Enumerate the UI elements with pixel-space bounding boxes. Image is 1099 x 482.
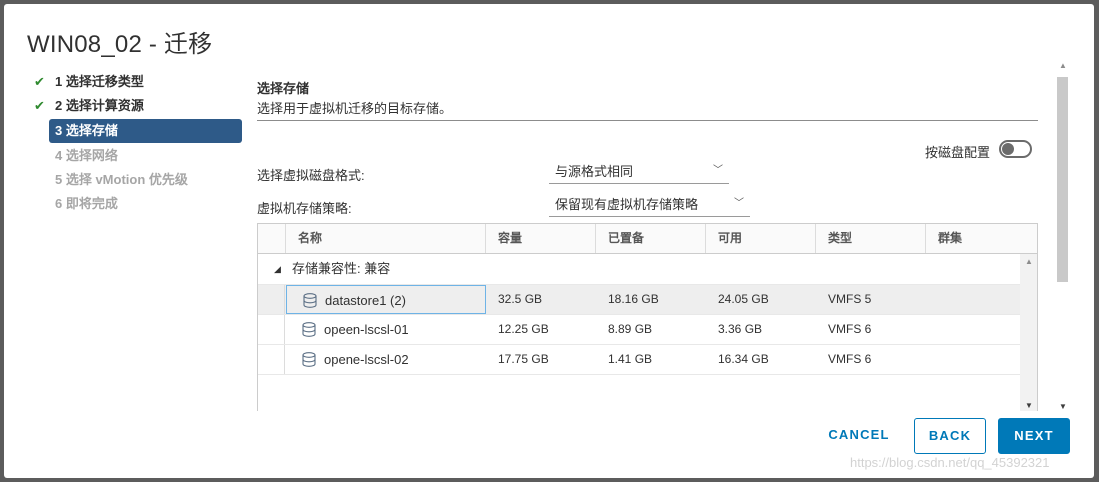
step-label: 1 选择迁移类型 — [55, 74, 144, 89]
datastore-name: opeen-lscsl-01 — [324, 322, 409, 337]
datastore-grid: 名称 容量 已置备 可用 类型 群集 ◢ 存储兼容性: 兼容 datastore… — [257, 223, 1038, 411]
table-row-empty — [258, 374, 1020, 404]
disk-format-label: 选择虚拟磁盘格式: — [257, 168, 365, 183]
grid-header: 名称 容量 已置备 可用 类型 群集 — [258, 224, 1037, 254]
watermark: https://blog.csdn.net/qq_45392321 — [850, 455, 1050, 470]
toggle-knob — [1002, 143, 1014, 155]
provisioned-cell: 18.16 GB — [608, 292, 659, 306]
section-description: 选择用于虚拟机迁移的目标存储。 — [257, 101, 453, 116]
datastore-icon — [302, 352, 316, 367]
chevron-down-icon: ﹀ — [713, 165, 723, 176]
datastore-icon — [303, 293, 317, 308]
scroll-up-icon[interactable]: ▲ — [1059, 61, 1067, 70]
datastore-name-cell[interactable]: datastore1 (2) — [286, 285, 486, 314]
back-button[interactable]: BACK — [914, 418, 986, 454]
table-row[interactable]: datastore1 (2) 32.5 GB 18.16 GB 24.05 GB… — [258, 284, 1020, 314]
dialog-title: WIN08_02 - 迁移 — [27, 31, 213, 58]
capacity-cell: 12.25 GB — [498, 322, 549, 336]
provisioned-cell: 1.41 GB — [608, 352, 653, 366]
wizard-steps: ✔ 1 选择迁移类型 ✔ 2 选择计算资源 3 选择存储 4 选择网络 5 选择… — [32, 70, 242, 216]
free-cell: 24.05 GB — [718, 292, 769, 306]
page-scrollbar[interactable]: ▲ ▼ — [1054, 59, 1071, 411]
next-button[interactable]: NEXT — [998, 418, 1070, 454]
group-label: 存储兼容性: 兼容 — [292, 261, 391, 276]
column-header-provisioned[interactable]: 已置备 — [595, 224, 705, 253]
free-cell: 3.36 GB — [718, 322, 763, 336]
migrate-dialog: WIN08_02 - 迁移 ✔ 1 选择迁移类型 ✔ 2 选择计算资源 3 选择… — [4, 4, 1094, 478]
scroll-up-icon[interactable]: ▲ — [1025, 257, 1033, 266]
free-cell: 16.34 GB — [718, 352, 769, 366]
step-label: 6 即将完成 — [55, 196, 118, 211]
capacity-cell: 32.5 GB — [498, 292, 543, 306]
step-label: 4 选择网络 — [55, 148, 118, 163]
storage-policy-value: 保留现有虚拟机存储策略 — [555, 197, 699, 212]
datastore-name: opene-lscsl-02 — [324, 352, 409, 367]
step-1-select-migration-type[interactable]: ✔ 1 选择迁移类型 — [32, 70, 242, 94]
chevron-down-icon: ﹀ — [734, 198, 744, 209]
type-cell: VMFS 6 — [828, 352, 872, 366]
column-header-name[interactable]: 名称 — [285, 224, 485, 253]
datastore-name-cell[interactable]: opene-lscsl-02 — [286, 345, 486, 374]
row-gutter — [258, 345, 285, 374]
step-2-select-compute-resource[interactable]: ✔ 2 选择计算资源 — [32, 94, 242, 118]
column-header-free[interactable]: 可用 — [705, 224, 815, 253]
check-icon: ✔ — [34, 74, 45, 89]
storage-policy-label: 虚拟机存储策略: — [257, 201, 352, 216]
table-row[interactable]: opeen-lscsl-01 12.25 GB 8.89 GB 3.36 GB … — [258, 314, 1020, 344]
type-cell: VMFS 6 — [828, 322, 872, 336]
scroll-down-icon[interactable]: ▼ — [1025, 401, 1033, 410]
column-header-cluster[interactable]: 群集 — [925, 224, 1037, 253]
grid-scrollbar[interactable]: ▲ ▼ — [1020, 254, 1037, 411]
disk-format-select[interactable]: 与源格式相同 ﹀ — [549, 162, 729, 184]
capacity-cell: 17.75 GB — [498, 352, 549, 366]
table-row[interactable]: opene-lscsl-02 17.75 GB 1.41 GB 16.34 GB… — [258, 344, 1020, 374]
header-gutter — [258, 224, 286, 253]
type-cell: VMFS 5 — [828, 292, 872, 306]
collapse-triangle-icon[interactable]: ◢ — [274, 254, 281, 284]
per-disk-toggle[interactable] — [999, 140, 1032, 158]
step-4-select-network: 4 选择网络 — [32, 144, 242, 168]
scrollbar-thumb[interactable] — [1057, 77, 1068, 282]
cancel-button[interactable]: CANCEL — [816, 418, 902, 454]
provisioned-cell: 8.89 GB — [608, 322, 653, 336]
storage-policy-select[interactable]: 保留现有虚拟机存储策略 ﹀ — [549, 195, 750, 217]
step-label: 2 选择计算资源 — [55, 98, 144, 113]
step-5-select-vmotion-priority: 5 选择 vMotion 优先级 — [32, 168, 242, 192]
column-header-type[interactable]: 类型 — [815, 224, 925, 253]
section-title: 选择存储 — [257, 81, 310, 96]
step-3-select-storage[interactable]: 3 选择存储 — [49, 119, 242, 143]
scroll-down-icon[interactable]: ▼ — [1059, 402, 1067, 411]
step-label: 5 选择 vMotion 优先级 — [55, 172, 188, 187]
row-gutter — [258, 285, 285, 314]
per-disk-label: 按磁盘配置 — [925, 145, 991, 160]
group-row-compatibility[interactable]: ◢ 存储兼容性: 兼容 — [258, 254, 1020, 284]
datastore-name: datastore1 (2) — [325, 293, 406, 308]
row-gutter — [258, 315, 285, 344]
step-label: 3 选择存储 — [55, 123, 118, 138]
disk-format-value: 与源格式相同 — [555, 164, 634, 179]
step-6-ready-to-complete: 6 即将完成 — [32, 192, 242, 216]
column-header-capacity[interactable]: 容量 — [485, 224, 595, 253]
datastore-icon — [302, 322, 316, 337]
section-divider — [257, 120, 1038, 121]
check-icon: ✔ — [34, 98, 45, 113]
datastore-name-cell[interactable]: opeen-lscsl-01 — [286, 315, 486, 344]
